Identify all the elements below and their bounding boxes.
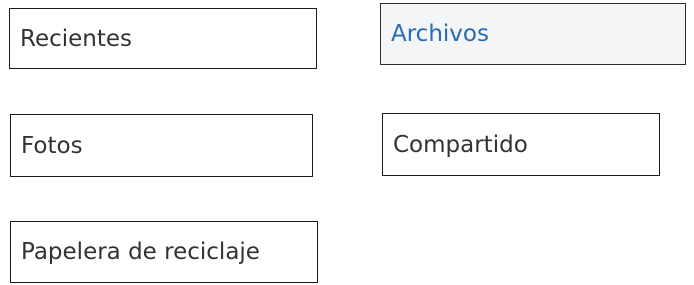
nav-item-label: Papelera de reciclaje [21, 239, 260, 265]
nav-item-label: Recientes [20, 25, 133, 52]
nav-item-label: Archivos [391, 21, 489, 47]
nav-item-fotos[interactable]: Fotos [10, 114, 313, 177]
nav-item-archivos[interactable]: Archivos [380, 3, 686, 65]
nav-item-label: Compartido [393, 131, 528, 158]
navigation-panel: { "nav": { "items": [ { "label": "Recien… [0, 0, 694, 285]
nav-item-papelera-de-reciclaje[interactable]: Papelera de reciclaje [10, 221, 318, 283]
nav-item-label: Fotos [21, 132, 83, 159]
nav-item-compartido[interactable]: Compartido [382, 113, 660, 176]
nav-item-recientes[interactable]: Recientes [9, 8, 317, 69]
